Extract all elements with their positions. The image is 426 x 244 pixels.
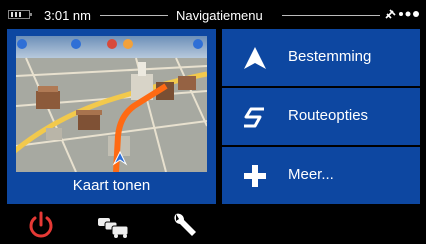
battery-icon <box>8 10 32 19</box>
more-button[interactable]: Meer... <box>222 147 420 204</box>
show-map-label: Kaart tonen <box>72 177 151 194</box>
route-options-button[interactable]: Routeopties <box>222 88 420 145</box>
route-options-label: Routeopties <box>288 107 369 124</box>
arrow-up-icon <box>244 47 266 69</box>
destination-button[interactable]: Bestemming <box>222 29 420 86</box>
divider <box>282 15 380 16</box>
status-bar: 3:01 nm Navigatiemenu <box>0 0 426 30</box>
destination-label: Bestemming <box>288 48 372 65</box>
power-icon[interactable] <box>24 210 58 240</box>
bottom-toolbar <box>0 206 426 244</box>
plus-icon <box>244 165 266 187</box>
show-map-button[interactable]: Kaart tonen <box>7 29 216 204</box>
traffic-icon[interactable] <box>96 210 130 240</box>
route-s-icon <box>244 107 264 128</box>
map-3d-preview-image <box>16 36 207 172</box>
gps-signal-icon <box>385 9 419 19</box>
divider <box>100 15 168 16</box>
map-preview <box>16 36 207 172</box>
wrench-icon[interactable] <box>168 210 202 240</box>
more-label: Meer... <box>288 166 334 183</box>
page-title: Navigatiemenu <box>176 8 263 23</box>
clock: 3:01 nm <box>44 8 91 23</box>
